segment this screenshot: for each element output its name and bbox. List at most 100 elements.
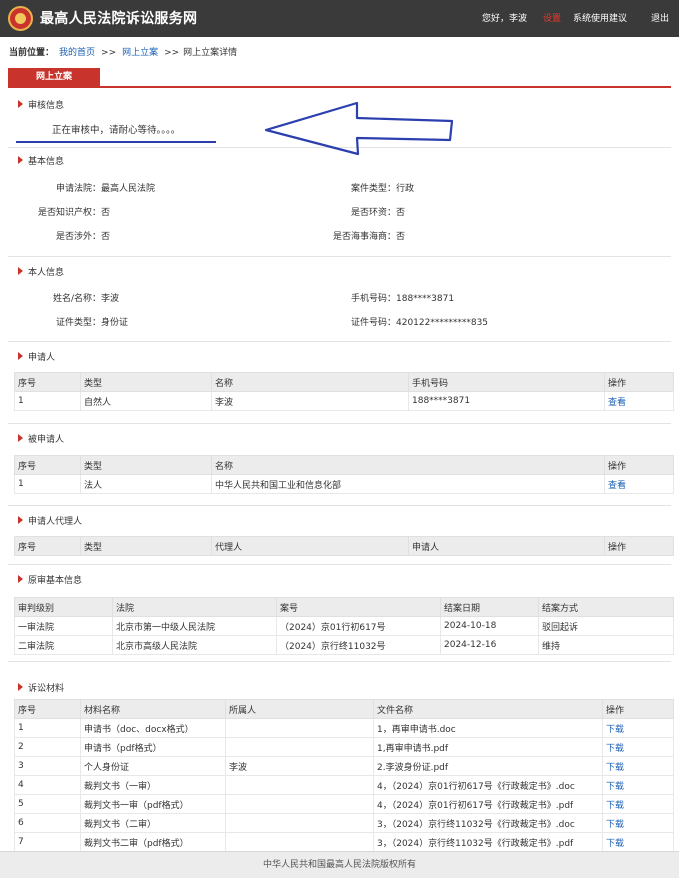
download-link[interactable]: 下载 <box>606 725 624 735</box>
foreign-label: 是否涉外： <box>55 232 101 242</box>
table-cell <box>225 737 374 757</box>
download-link[interactable]: 下载 <box>606 820 624 830</box>
name-field: 姓名/名称：李波 <box>8 291 119 304</box>
footer: 中华人民共和国最高人民法院版权所有 <box>0 851 679 878</box>
table-cell: 一审法院 <box>14 616 113 636</box>
table-cell: 驳回起诉 <box>538 616 674 636</box>
table-cell: 3，（2024）京行终11032号《行政裁定书》.pdf <box>373 832 603 852</box>
table-cell: 裁判文书（二审） <box>80 813 226 833</box>
download-link[interactable]: 下载 <box>606 782 624 792</box>
phone-value: 188****3871 <box>396 294 455 304</box>
table-cell: 下载 <box>602 775 674 795</box>
table-cell: 2 <box>14 737 81 757</box>
column-header: 文件名称 <box>373 699 603 719</box>
table-cell: 4，（2024）京01行初617号《行政裁定书》.doc <box>373 775 603 795</box>
column-header: 操作 <box>604 372 674 392</box>
table-cell: 4 <box>14 775 81 795</box>
materials-title: 诉讼材料 <box>18 681 64 694</box>
download-link[interactable]: 下载 <box>606 763 624 773</box>
table-row: 2 申请书（pdf格式） 1,再审申请书.pdf 下载 <box>14 737 674 757</box>
respondent-table: 序号 类型 名称 操作 1 法人 中华人民共和国工业和信息化部 查看 <box>14 455 674 494</box>
tab-online-case[interactable]: 网上立案 <box>8 68 100 86</box>
breadcrumb: 当前位置： 我的首页 >> 网上立案 >> 网上立案详情 <box>9 45 237 58</box>
table-cell: （2024）京行终11032号 <box>276 635 441 655</box>
column-header: 类型 <box>80 536 212 556</box>
id-type-value: 身份证 <box>101 318 129 328</box>
materials-table: 序号 材料名称 所属人 文件名称 操作 1 申请书（doc、docx格式） 1，再审… <box>14 699 674 871</box>
table-row: 7 裁判文书二审（pdf格式） 3，（2024）京行终11032号《行政裁定书》.p… <box>14 832 674 852</box>
table-cell: 1,再审申请书.pdf <box>373 737 603 757</box>
table-cell: 法人 <box>80 474 212 494</box>
column-header: 所属人 <box>225 699 374 719</box>
column-header: 操作 <box>602 699 674 719</box>
table-cell: 裁判文书二审（pdf格式） <box>80 832 226 852</box>
view-link[interactable]: 查看 <box>608 398 626 408</box>
table-cell: 下载 <box>602 756 674 776</box>
column-header: 法院 <box>112 597 277 617</box>
table-header-row: 序号 类型 名称 操作 <box>14 455 674 475</box>
top-navbar: 最高人民法院诉讼服务网 您好，李波 设置 系统使用建议 退出 <box>0 0 679 37</box>
table-cell: 188****3871 <box>408 391 605 411</box>
column-header: 序号 <box>14 699 81 719</box>
maritime-field: 是否海事海商：否 <box>308 229 405 242</box>
download-link[interactable]: 下载 <box>606 801 624 811</box>
column-header: 代理人 <box>211 536 409 556</box>
table-cell: 下载 <box>602 794 674 814</box>
ip-label: 是否知识产权： <box>37 208 101 218</box>
breadcrumb-home-link[interactable]: 我的首页 <box>59 48 95 58</box>
column-header: 类型 <box>80 455 212 475</box>
table-cell: 1 <box>14 391 81 411</box>
download-link[interactable]: 下载 <box>606 839 624 849</box>
divider <box>8 256 671 257</box>
court-field: 申请法院：最高人民法院 <box>8 181 155 194</box>
tab-bar: 网上立案 <box>8 68 671 88</box>
personal-info-panel: 本人信息 姓名/名称：李波 手机号码：188****3871 证件类型：身份证 … <box>8 259 671 339</box>
breadcrumb-online-case-link[interactable]: 网上立案 <box>122 48 158 58</box>
download-link[interactable]: 下载 <box>606 744 624 754</box>
table-cell: 下载 <box>602 737 674 757</box>
table-cell: 7 <box>14 832 81 852</box>
table-cell <box>225 794 374 814</box>
review-status-text: 正在审核中，请耐心等待。。。。 <box>52 125 181 136</box>
court-value: 最高人民法院 <box>101 184 156 194</box>
divider <box>8 423 671 424</box>
phone-field: 手机号码：188****3871 <box>308 291 454 304</box>
divider <box>8 661 671 662</box>
table-header-row: 序号 类型 名称 手机号码 操作 <box>14 372 674 392</box>
table-cell: 维持 <box>538 635 674 655</box>
table-cell: 5 <box>14 794 81 814</box>
settings-link[interactable]: 设置 <box>543 11 561 24</box>
column-header: 审判级别 <box>14 597 113 617</box>
table-cell: 下载 <box>602 813 674 833</box>
env-label: 是否环资： <box>350 208 396 218</box>
table-row: 二审法院 北京市高级人民法院 （2024）京行终11032号 2024-12-1… <box>14 635 674 655</box>
logout-link[interactable]: 退出 <box>651 11 669 24</box>
table-cell: 北京市第一中级人民法院 <box>112 616 277 636</box>
id-number-label: 证件号码： <box>350 318 396 328</box>
court-label: 申请法院： <box>55 184 101 194</box>
case-type-field: 案件类型：行政 <box>308 181 414 194</box>
foreign-value: 否 <box>101 232 111 242</box>
table-header-row: 序号 类型 代理人 申请人 操作 <box>14 536 674 556</box>
table-cell: 自然人 <box>80 391 212 411</box>
suggestion-link[interactable]: 系统使用建议 <box>573 11 627 24</box>
table-cell: 下载 <box>602 832 674 852</box>
basic-info-panel: 基本信息 申请法院：最高人民法院 案件类型：行政 是否知识产权：否 是否环资：否… <box>8 148 671 256</box>
id-number-field: 证件号码：420122*********835 <box>308 315 488 328</box>
breadcrumb-separator: >> <box>101 48 117 58</box>
breadcrumb-separator: >> <box>164 48 180 58</box>
table-cell <box>225 813 374 833</box>
case-type-value: 行政 <box>396 184 415 194</box>
foreign-field: 是否涉外：否 <box>8 229 110 242</box>
table-row: 3 个人身份证 李波 2.李波身份证.pdf 下载 <box>14 756 674 776</box>
table-row: 一审法院 北京市第一中级人民法院 （2024）京01行初617号 2024-10… <box>14 616 674 636</box>
table-cell: 1 <box>14 718 81 738</box>
column-header: 案号 <box>276 597 441 617</box>
table-cell: 3 <box>14 756 81 776</box>
site-title[interactable]: 最高人民法院诉讼服务网 <box>40 8 197 28</box>
personal-info-title: 本人信息 <box>18 265 64 278</box>
view-link[interactable]: 查看 <box>608 481 626 491</box>
id-type-field: 证件类型：身份证 <box>8 315 128 328</box>
table-cell: 北京市高级人民法院 <box>112 635 277 655</box>
original-trial-table: 审判级别 法院 案号 结案日期 结案方式 一审法院 北京市第一中级人民法院 （2… <box>14 597 674 655</box>
